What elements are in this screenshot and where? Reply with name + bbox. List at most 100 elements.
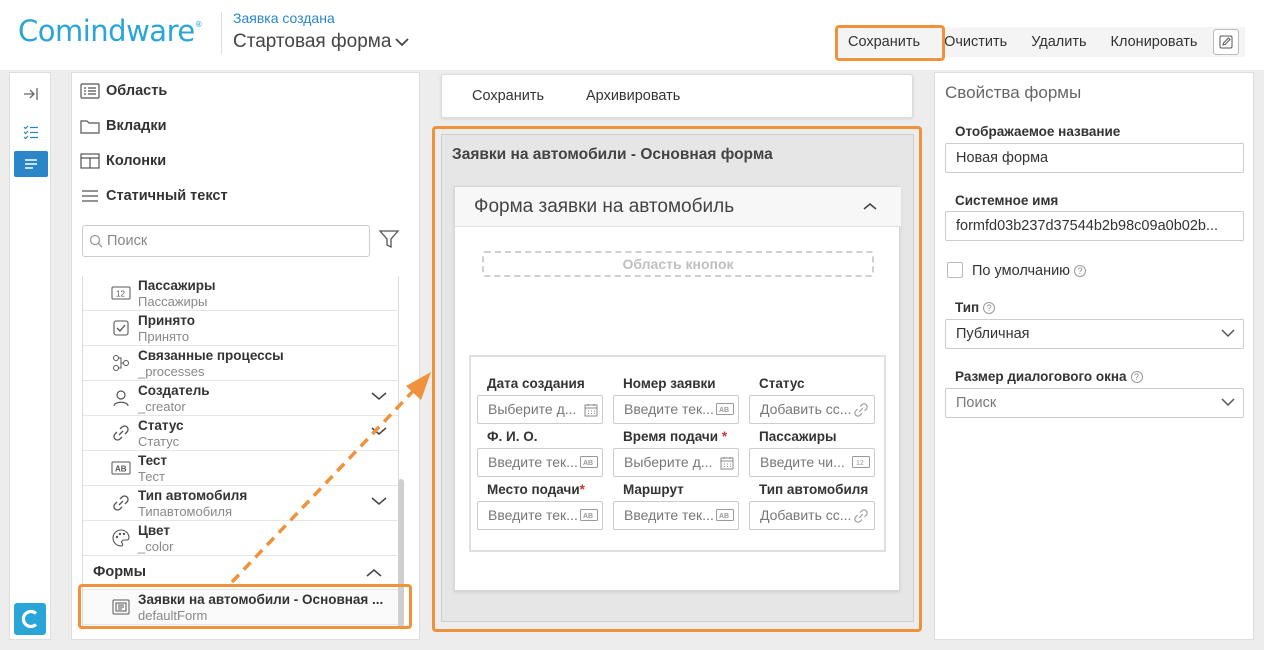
save-button[interactable]: Сохранить [836,27,932,57]
svg-text:AB: AB [115,465,127,474]
chevron-down-icon [1221,328,1235,338]
request-number-input[interactable]: Введите тек... AB [613,395,739,424]
list-item-subtitle: Типавтомобиля [138,504,233,519]
list-item-subtitle: _color [138,539,174,554]
number-icon: 12 [852,456,870,468]
pickup-time-input[interactable]: Выберите д... [613,448,739,477]
status-input[interactable]: Добавить сс... [749,395,875,424]
chevron-down-icon [1221,397,1235,407]
list-item-subtitle: _creator [138,399,186,414]
default-label: По умолчанию? [972,263,1087,279]
list-item-title: Статус [138,418,184,433]
help-icon[interactable]: ? [1074,265,1087,277]
palette-item-static-text[interactable]: Статичный текст [80,188,228,204]
svg-text:12: 12 [856,460,864,467]
search-icon [89,234,103,248]
route-input[interactable]: Введите тек... AB [613,501,739,530]
palette-item-label: Вкладки [106,118,167,134]
field-label: Пассажиры [759,429,837,444]
number-icon: 12 [111,285,131,301]
comindware-app-icon[interactable] [14,603,46,635]
clone-button[interactable]: Клонировать [1099,27,1210,57]
field-label: Место подачи* [487,482,585,497]
collapse-panel-icon[interactable] [14,81,48,107]
checklist-icon[interactable] [14,119,48,145]
system-name-input[interactable]: formfd03b237d37544b2b98c09a0b02b... [945,211,1244,241]
palette-item-tabs[interactable]: Вкладки [80,118,167,134]
text-lines-icon [80,188,100,204]
calendar-icon [584,403,598,417]
help-icon[interactable]: ? [983,301,996,314]
pencil-icon[interactable] [1213,29,1240,55]
form-card[interactable]: Форма заявки на автомобиль Область кнопо… [454,186,901,591]
form-layout-icon[interactable] [14,151,48,177]
app-header: Comindware® Заявка создана Стартовая фор… [0,0,1264,70]
list-item-title: Пассажиры [138,278,216,293]
help-icon[interactable]: ? [1130,370,1143,383]
list-item[interactable]: 12 Пассажиры Пассажиры [83,276,398,311]
list-item[interactable]: Принято Принято [83,311,398,346]
text-ab-icon: AB [716,403,734,415]
text-ab-icon: AB [580,509,598,521]
display-name-input[interactable]: Новая форма [945,143,1244,173]
columns-icon [80,153,100,169]
palette-search-input[interactable]: Поиск [82,225,370,257]
app-logo[interactable]: Comindware® [18,14,203,48]
svg-text:12: 12 [116,290,125,299]
palette-item-label: Статичный текст [106,188,228,204]
palette-icon [111,529,131,547]
system-name-label: Системное имя [955,193,1059,208]
field-placeholder: Добавить сс... [760,401,852,417]
header-divider [221,12,222,54]
text-ab-icon: AB [111,460,131,476]
palette-item-label: Колонки [106,153,167,169]
dialog-size-label: Размер диалогового окна? [955,369,1143,384]
svg-text:AB: AB [583,460,593,467]
field-placeholder: Введите тек... [624,401,714,417]
list-box-icon [80,83,100,99]
field-label: Ф. И. О. [487,429,538,444]
field-placeholder: Введите тек... [488,507,578,523]
archive-button[interactable]: Архивировать [586,88,680,104]
chevron-up-icon[interactable] [863,202,877,211]
form-card-header[interactable]: Форма заявки на автомобиль [455,187,901,227]
form-icon [111,599,131,615]
process-icon [111,355,131,371]
palette-item-area[interactable]: Область [80,83,167,99]
field-label: Номер заявки [623,376,716,391]
pickup-place-input[interactable]: Введите тек... AB [477,501,603,530]
header-toolbar: Сохранить Очистить Удалить Клонировать [836,27,1246,57]
form-selector[interactable]: Стартовая форма [233,31,410,53]
passengers-input[interactable]: Введите чи... 12 [749,448,875,477]
form-list-item[interactable]: Заявки на автомобили - Основная ... defa… [83,590,398,625]
full-name-input[interactable]: Введите тек... AB [477,448,603,477]
field-placeholder: Введите тек... [624,507,714,523]
list-item-title: Тест [138,453,168,468]
process-link[interactable]: Заявка создана [233,10,335,26]
type-label-text: Тип [955,300,980,315]
chevron-down-icon [395,37,410,47]
palette-item-label: Область [106,83,168,99]
required-mark: * [579,482,585,497]
link-icon [852,403,870,417]
properties-panel: Свойства формы Отображаемое название Нов… [934,72,1254,640]
type-select[interactable]: Публичная [945,319,1244,349]
form-save-button[interactable]: Сохранить [472,88,544,104]
filter-icon[interactable] [378,228,400,250]
delete-button[interactable]: Удалить [1019,27,1098,57]
default-checkbox[interactable] [947,262,963,278]
car-type-input[interactable]: Добавить сс... [749,501,875,530]
list-item-subtitle: defaultForm [138,608,208,623]
dialog-size-select[interactable]: Поиск [945,388,1244,418]
button-area[interactable]: Область кнопок [482,251,874,277]
clear-button[interactable]: Очистить [932,27,1019,57]
palette-item-columns[interactable]: Колонки [80,153,166,169]
list-item-subtitle: Тест [138,469,165,484]
field-placeholder: Добавить сс... [760,507,852,523]
left-rail [9,72,51,640]
display-name-label: Отображаемое название [955,124,1121,139]
field-label: Время подачи * [623,429,727,444]
date-created-input[interactable]: Выберите д... [477,395,603,424]
link-icon [111,425,131,441]
type-label: Тип? [955,300,996,315]
